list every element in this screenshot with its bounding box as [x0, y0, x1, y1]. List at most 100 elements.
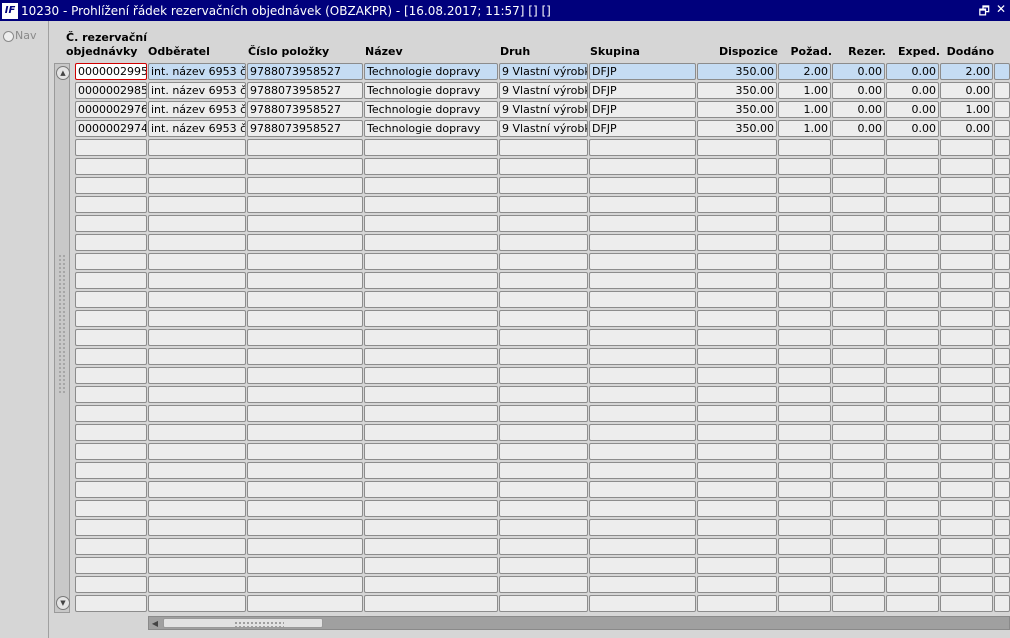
cell-delivered[interactable]: [940, 443, 993, 460]
cell-delivered[interactable]: [940, 538, 993, 555]
cell-required[interactable]: [778, 329, 831, 346]
cell-reserved[interactable]: [832, 557, 885, 574]
cell-customer[interactable]: [148, 424, 246, 441]
cell-availability[interactable]: [697, 215, 777, 232]
cell-availability[interactable]: [697, 196, 777, 213]
cell-required[interactable]: [778, 500, 831, 517]
cell-item-number[interactable]: [247, 538, 363, 555]
cell-item-name[interactable]: [364, 310, 498, 327]
cell-availability[interactable]: [697, 481, 777, 498]
cell-extra[interactable]: [994, 234, 1010, 251]
cell-item-number[interactable]: [247, 557, 363, 574]
horizontal-scrollbar[interactable]: ◀: [148, 616, 1010, 630]
cell-group[interactable]: [589, 386, 696, 403]
cell-item-number[interactable]: [247, 234, 363, 251]
cell-reservation-number[interactable]: 0000002976: [75, 101, 147, 118]
cell-required[interactable]: [778, 348, 831, 365]
scroll-up-icon[interactable]: ▲: [56, 66, 70, 80]
vertical-scroll-thumb[interactable]: [58, 254, 66, 394]
cell-item-name[interactable]: [364, 424, 498, 441]
cell-extra[interactable]: [994, 595, 1010, 612]
cell-item-number[interactable]: [247, 196, 363, 213]
cell-availability[interactable]: 350.00: [697, 82, 777, 99]
cell-reservation-number[interactable]: [75, 386, 147, 403]
cell-extra[interactable]: [994, 557, 1010, 574]
cell-customer[interactable]: int. název 6953 čás: [148, 82, 246, 99]
cell-reservation-number[interactable]: [75, 557, 147, 574]
cell-type[interactable]: [499, 177, 588, 194]
cell-extra[interactable]: [994, 443, 1010, 460]
cell-item-name[interactable]: [364, 139, 498, 156]
cell-delivered[interactable]: [940, 462, 993, 479]
cell-item-number[interactable]: [247, 177, 363, 194]
cell-reserved[interactable]: [832, 576, 885, 593]
cell-type[interactable]: [499, 310, 588, 327]
cell-reserved[interactable]: [832, 443, 885, 460]
cell-type[interactable]: 9 Vlastní výrobky: [499, 63, 588, 80]
cell-availability[interactable]: [697, 500, 777, 517]
cell-availability[interactable]: [697, 538, 777, 555]
cell-shipped[interactable]: [886, 462, 939, 479]
cell-availability[interactable]: [697, 443, 777, 460]
cell-reserved[interactable]: [832, 519, 885, 536]
cell-reservation-number[interactable]: [75, 310, 147, 327]
cell-type[interactable]: [499, 329, 588, 346]
cell-required[interactable]: [778, 538, 831, 555]
cell-item-number[interactable]: 9788073958527: [247, 82, 363, 99]
horizontal-scroll-thumb[interactable]: [163, 618, 323, 628]
cell-shipped[interactable]: [886, 557, 939, 574]
cell-availability[interactable]: [697, 405, 777, 422]
cell-item-number[interactable]: [247, 500, 363, 517]
cell-customer[interactable]: [148, 481, 246, 498]
cell-required[interactable]: 1.00: [778, 120, 831, 137]
cell-group[interactable]: DFJP: [589, 101, 696, 118]
cell-customer[interactable]: [148, 386, 246, 403]
cell-type[interactable]: [499, 519, 588, 536]
cell-shipped[interactable]: [886, 291, 939, 308]
cell-required[interactable]: [778, 291, 831, 308]
cell-shipped[interactable]: [886, 348, 939, 365]
cell-customer[interactable]: [148, 329, 246, 346]
cell-reserved[interactable]: [832, 424, 885, 441]
cell-customer[interactable]: [148, 234, 246, 251]
cell-shipped[interactable]: 0.00: [886, 63, 939, 80]
cell-item-number[interactable]: [247, 367, 363, 384]
cell-group[interactable]: [589, 291, 696, 308]
cell-reserved[interactable]: [832, 481, 885, 498]
cell-required[interactable]: [778, 310, 831, 327]
cell-extra[interactable]: [994, 291, 1010, 308]
cell-extra[interactable]: [994, 519, 1010, 536]
cell-item-name[interactable]: [364, 538, 498, 555]
cell-reservation-number[interactable]: [75, 348, 147, 365]
cell-required[interactable]: [778, 481, 831, 498]
cell-delivered[interactable]: [940, 557, 993, 574]
cell-group[interactable]: [589, 367, 696, 384]
cell-customer[interactable]: [148, 310, 246, 327]
cell-delivered[interactable]: [940, 215, 993, 232]
cell-extra[interactable]: [994, 82, 1010, 99]
cell-group[interactable]: [589, 595, 696, 612]
cell-group[interactable]: DFJP: [589, 120, 696, 137]
cell-reservation-number[interactable]: [75, 576, 147, 593]
cell-type[interactable]: [499, 272, 588, 289]
cell-item-number[interactable]: [247, 462, 363, 479]
cell-item-name[interactable]: Technologie dopravy: [364, 120, 498, 137]
cell-item-name[interactable]: [364, 462, 498, 479]
cell-delivered[interactable]: [940, 234, 993, 251]
close-icon[interactable]: ✕: [996, 2, 1006, 23]
cell-delivered[interactable]: [940, 405, 993, 422]
cell-customer[interactable]: [148, 196, 246, 213]
cell-required[interactable]: [778, 367, 831, 384]
cell-item-number[interactable]: [247, 519, 363, 536]
cell-reservation-number[interactable]: [75, 291, 147, 308]
cell-delivered[interactable]: 1.00: [940, 101, 993, 118]
cell-type[interactable]: 9 Vlastní výrobky: [499, 82, 588, 99]
cell-delivered[interactable]: [940, 367, 993, 384]
cell-item-number[interactable]: [247, 424, 363, 441]
cell-delivered[interactable]: 0.00: [940, 120, 993, 137]
cell-item-name[interactable]: [364, 500, 498, 517]
cell-delivered[interactable]: [940, 139, 993, 156]
cell-extra[interactable]: [994, 158, 1010, 175]
cell-customer[interactable]: [148, 139, 246, 156]
cell-reservation-number[interactable]: [75, 519, 147, 536]
